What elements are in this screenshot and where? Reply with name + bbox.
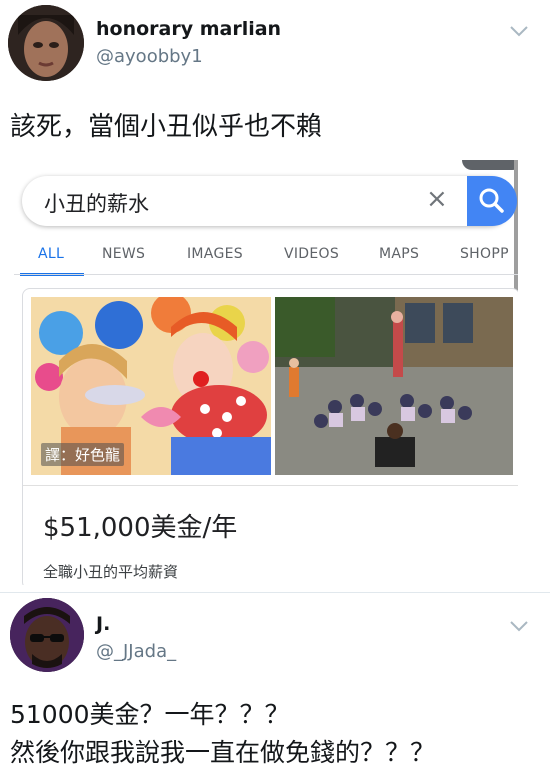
- chevron-down-icon[interactable]: [508, 24, 530, 38]
- search-box[interactable]: 小丑的薪水 ×: [22, 176, 517, 226]
- tweet-text-line-2: 然後你跟我說我一直在做免錢的？？？: [10, 738, 436, 767]
- tab-news[interactable]: NEWS: [102, 246, 145, 262]
- close-icon[interactable]: ×: [426, 184, 448, 214]
- chevron-down-icon[interactable]: [508, 619, 530, 633]
- embedded-screenshot: 小丑的薪水 × ALL NEWS IMAGES VIDEOS MAPS SHOP…: [14, 160, 518, 585]
- user-handle[interactable]: @_JJada_: [96, 641, 176, 662]
- clown-party-image[interactable]: [275, 297, 513, 475]
- divider: [23, 485, 518, 486]
- tab-maps[interactable]: MAPS: [379, 246, 419, 262]
- tab-all[interactable]: ALL: [38, 246, 64, 262]
- salary-caption: 全職小丑的平均薪資: [43, 563, 179, 581]
- search-tabs: ALL NEWS IMAGES VIDEOS MAPS SHOPP: [14, 242, 518, 276]
- divider: [14, 274, 518, 275]
- search-button[interactable]: [467, 176, 517, 226]
- tweet-divider: [0, 592, 550, 593]
- scrollbar-thumb: [462, 160, 518, 170]
- avatar[interactable]: [10, 598, 84, 672]
- tweet-text-line-1: 51000美金？一年？？？: [10, 700, 290, 729]
- tab-images[interactable]: IMAGES: [187, 246, 243, 262]
- result-card[interactable]: 譯：好色龍 $51,000美金/年 全職小丑的平均薪資: [22, 288, 518, 585]
- tweet-1: honorary marlian @ayoobby1 該死，當個小丑似乎也不賴 …: [0, 0, 550, 595]
- salary-figure: $51,000美金/年: [43, 513, 238, 543]
- tab-shopping[interactable]: SHOPP: [460, 246, 509, 262]
- tweet-text: 該死，當個小丑似乎也不賴: [10, 112, 323, 142]
- search-input[interactable]: 小丑的薪水: [44, 188, 149, 218]
- user-handle[interactable]: @ayoobby1: [96, 46, 203, 67]
- display-name[interactable]: honorary marlian: [96, 18, 281, 40]
- watermark: 譯：好色龍: [41, 443, 125, 466]
- avatar[interactable]: [8, 5, 84, 81]
- display-name[interactable]: J.: [96, 613, 110, 635]
- tweet-2: J. @_JJada_ 51000美金？一年？？？ 然後你跟我說我一直在做免錢的…: [0, 595, 550, 779]
- tab-videos[interactable]: VIDEOS: [284, 246, 339, 262]
- search-icon: [479, 188, 504, 213]
